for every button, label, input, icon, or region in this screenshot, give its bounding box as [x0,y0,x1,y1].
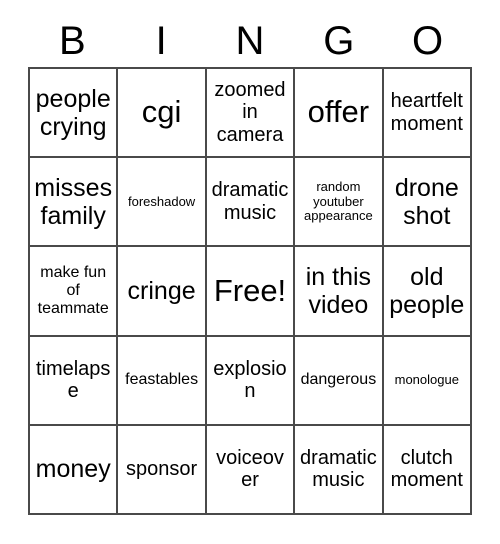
bingo-cell[interactable]: voiceover [206,425,296,515]
bingo-cell[interactable]: random youtuber appearance [295,158,384,248]
bingo-cell-label: old people [389,262,465,319]
bingo-cell-label: zoomed in camera [214,79,286,146]
bingo-cell[interactable]: monologue [383,336,472,426]
bingo-cell[interactable]: in this video [295,247,384,337]
bingo-cell[interactable]: explosion [206,336,296,426]
bingo-cell[interactable]: drone shot [383,158,472,248]
bingo-cell[interactable]: zoomed in camera [206,69,296,159]
bingo-cell-label: monologue [394,371,459,387]
bingo-cell[interactable]: offer [295,69,384,159]
bingo-cell[interactable]: cgi [118,69,207,159]
bingo-cell-label: clutch moment [390,447,463,492]
bingo-cell[interactable]: feastables [118,336,207,426]
bingo-cell-label: heartfelt moment [390,90,463,135]
bingo-cell[interactable]: heartfelt moment [383,69,472,159]
bingo-cell-label: in this video [305,262,372,319]
bingo-cell-label: dramatic music [300,447,377,492]
bingo-cell-label: foreshadow [127,193,196,209]
bingo-cell-label: explosion [213,357,287,403]
bingo-cell-label: random youtuber appearance [304,178,373,224]
bingo-cell[interactable]: make fun of teammate [30,247,119,337]
bingo-cell-label: money [35,455,111,484]
bingo-cell[interactable]: clutch moment [383,425,472,515]
bingo-card: B I N G O people crying cgi zoomed in ca… [0,0,500,544]
bingo-cell[interactable]: old people [383,247,472,337]
bingo-cell-label: misses family [34,173,113,230]
bingo-cell-label: timelapse [35,357,111,403]
bingo-cell-label: Free! [213,272,287,308]
bingo-cell[interactable]: sponsor [118,425,207,515]
bingo-cell[interactable]: foreshadow [118,158,207,248]
bingo-cell[interactable]: dramatic music [206,158,296,248]
header-letter-n: N [235,19,265,63]
bingo-cell-free[interactable]: Free! [206,247,296,337]
bingo-cell[interactable]: misses family [30,158,119,248]
bingo-cell[interactable]: cringe [118,247,207,337]
header-letter-o: O [412,19,444,63]
bingo-cell-label: cgi [141,94,182,130]
header-letter-i: I [155,19,167,63]
header-letter-b: B [59,19,86,63]
bingo-header: B I N G O [28,16,472,66]
bingo-cell-label: dangerous [300,371,377,389]
bingo-cell[interactable]: timelapse [30,336,119,426]
bingo-cell[interactable]: dangerous [295,336,384,426]
bingo-cell[interactable]: money [30,425,119,515]
bingo-cell-label: dramatic music [211,179,289,224]
bingo-grid: people crying cgi zoomed in camera offer… [28,67,472,515]
bingo-cell-label: offer [307,94,370,130]
bingo-cell-label: make fun of teammate [37,264,109,317]
bingo-cell-label: feastables [125,371,199,389]
bingo-cell-label: drone shot [394,173,459,230]
bingo-cell-label: people crying [35,84,111,141]
bingo-cell-label: cringe [127,276,196,305]
bingo-cell[interactable]: people crying [30,69,119,159]
bingo-cell[interactable]: dramatic music [295,425,384,515]
bingo-cell-label: sponsor [126,458,198,481]
header-letter-g: G [323,19,355,63]
bingo-cell-label: voiceover [216,447,284,492]
